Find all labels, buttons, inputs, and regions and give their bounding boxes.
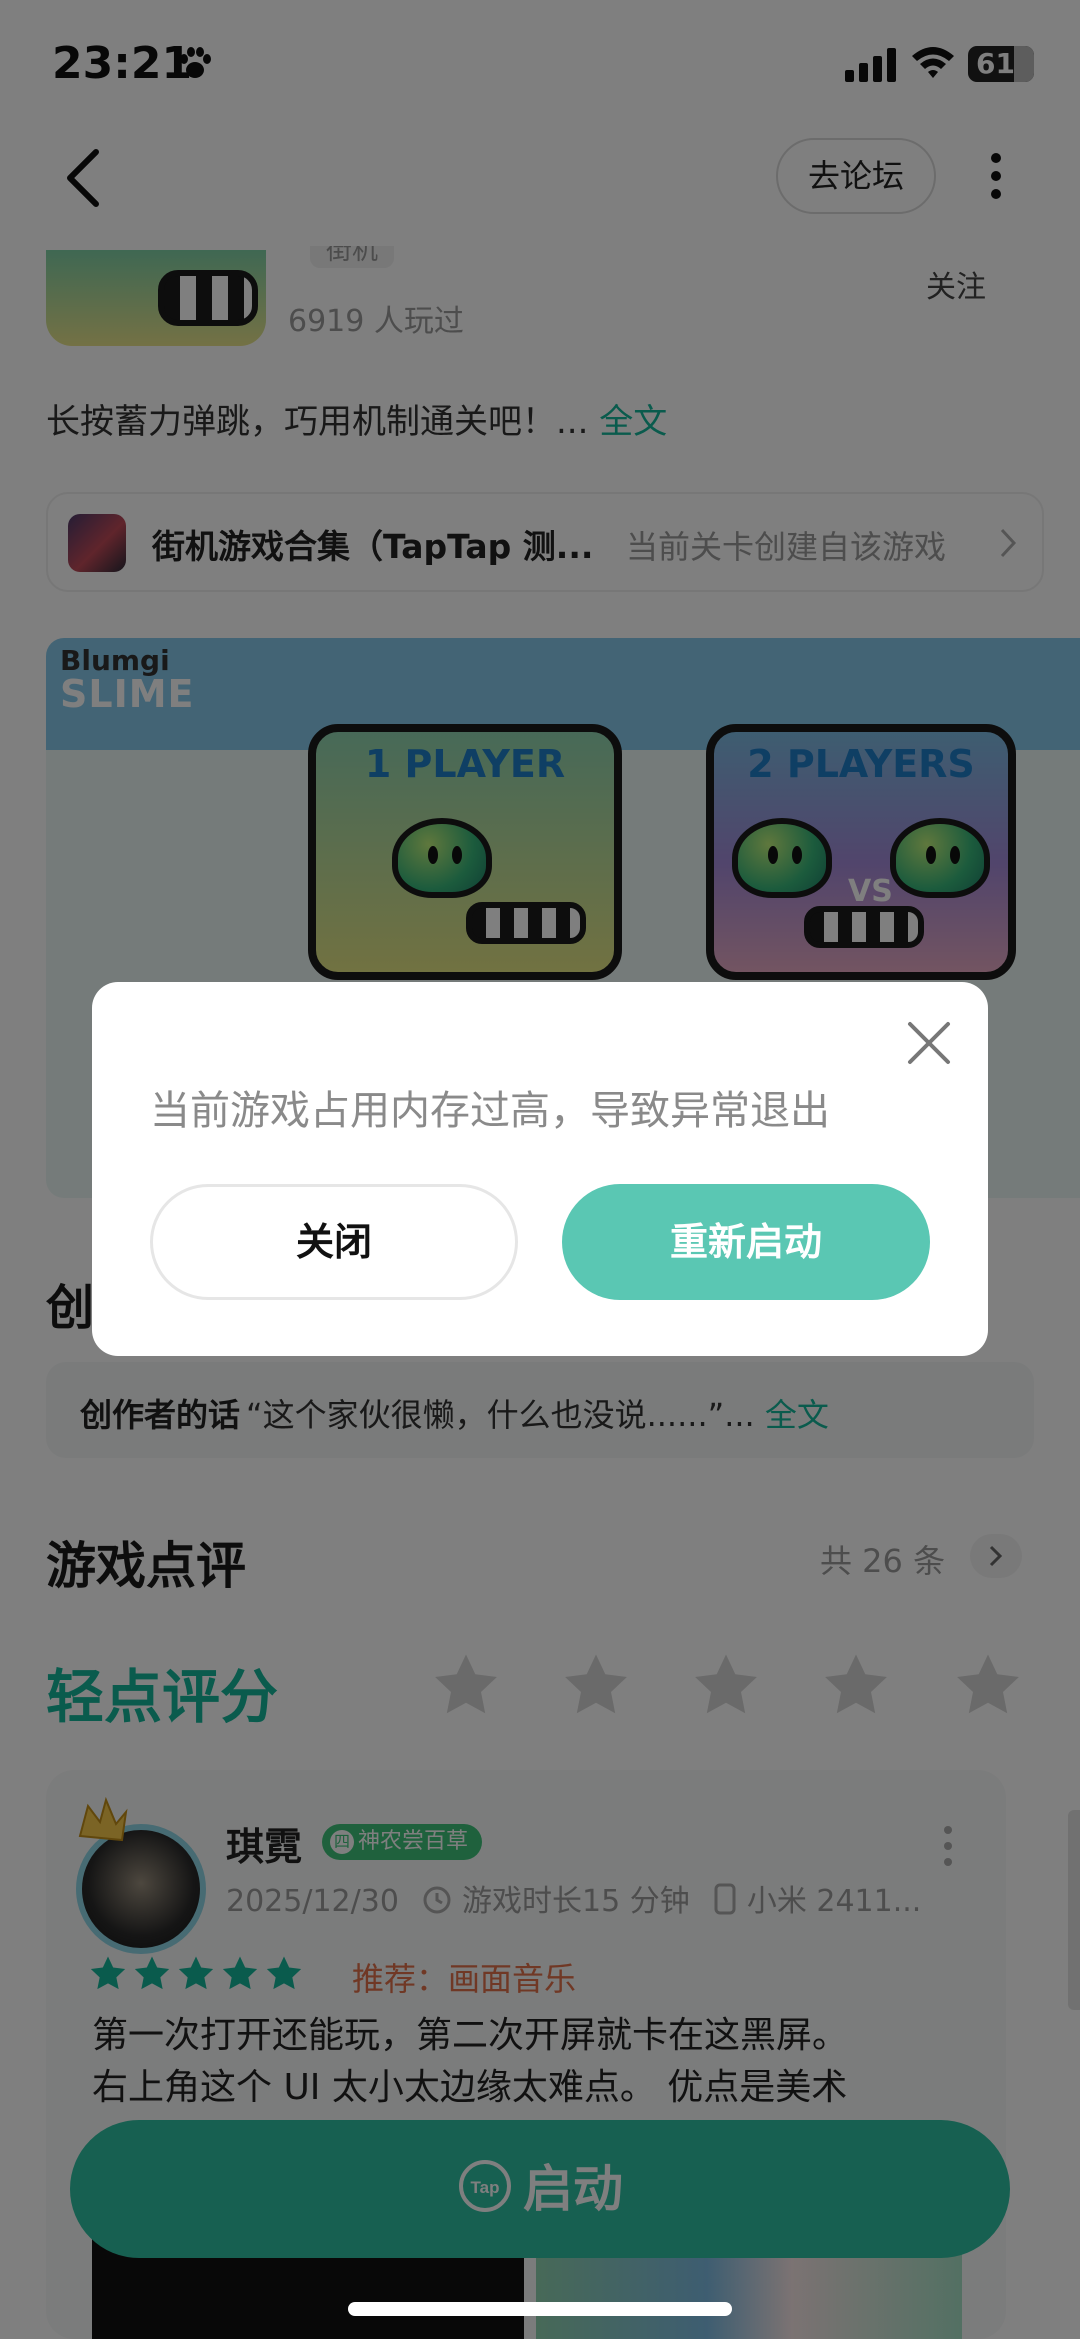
- close-icon[interactable]: [906, 1020, 952, 1066]
- error-dialog: 当前游戏占用内存过高，导致异常退出 关闭 重新启动: [92, 982, 988, 1356]
- dialog-message: 当前游戏占用内存过高，导致异常退出: [150, 1088, 830, 1134]
- home-indicator[interactable]: [348, 2302, 732, 2316]
- restart-button[interactable]: 重新启动: [562, 1184, 930, 1300]
- close-button[interactable]: 关闭: [150, 1184, 518, 1300]
